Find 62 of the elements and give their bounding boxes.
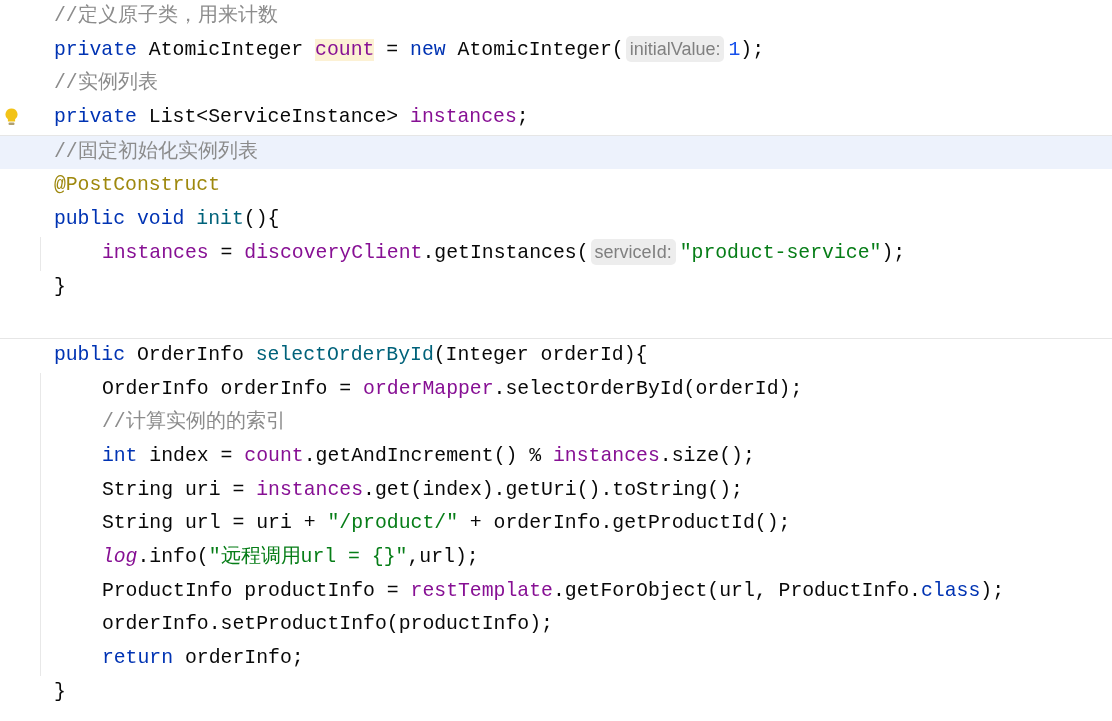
code-text: (Integer orderId){ xyxy=(433,343,648,366)
code-comment: //计算实例的的索引 xyxy=(101,411,286,434)
code-text: orderInfo; xyxy=(183,647,304,670)
parameter-hint: serviceId: xyxy=(590,238,676,265)
method-name: selectOrderById xyxy=(255,343,434,366)
lightbulb-icon[interactable] xyxy=(5,108,18,127)
code-text: OrderInfo xyxy=(135,343,245,366)
code-text: ProductInfo productInfo = xyxy=(101,579,400,602)
code-text: .selectOrderById(orderId); xyxy=(493,377,803,400)
field-name: restTemplate xyxy=(410,579,553,602)
keyword: int xyxy=(101,444,138,467)
field-name: instances xyxy=(410,106,517,129)
keyword: public xyxy=(53,343,126,366)
keyword: new xyxy=(410,38,446,61)
string-literal: "/product/" xyxy=(327,512,458,535)
code-text: List<ServiceInstance> xyxy=(147,106,400,129)
keyword: public void xyxy=(53,208,186,231)
method-name: init xyxy=(196,208,244,231)
field-name: discoveryClient xyxy=(244,241,423,264)
code-text: .get(index).getUri().toString(); xyxy=(363,478,743,501)
field-name: instances xyxy=(256,478,364,501)
code-text: = xyxy=(219,241,234,264)
code-text: String url = uri + xyxy=(101,512,317,535)
code-comment: //定义原子类，用来计数 xyxy=(53,5,278,27)
code-text: .getAndIncrement() % xyxy=(303,444,543,467)
code-comment: //实例列表 xyxy=(53,72,158,95)
code-text: ,url); xyxy=(407,546,479,568)
code-text: OrderInfo orderInfo = xyxy=(101,377,353,400)
code-text: ); xyxy=(881,241,906,264)
annotation: @PostConstruct xyxy=(53,174,221,197)
string-literal: "product-service" xyxy=(679,241,882,264)
keyword: private xyxy=(53,106,137,129)
code-text: .getInstances( xyxy=(422,241,589,264)
code-comment: //固定初始化实例列表 xyxy=(53,140,258,163)
code-text: } xyxy=(53,680,66,703)
field-name: instances xyxy=(101,241,209,264)
field-name: instances xyxy=(553,444,660,467)
code-text: String uri = xyxy=(101,478,246,501)
code-text: .info( xyxy=(137,546,209,568)
keyword: private xyxy=(53,38,137,61)
code-text: ; xyxy=(516,106,529,129)
keyword: class xyxy=(920,579,981,602)
code-text: AtomicInteger xyxy=(147,38,305,61)
field-name: count xyxy=(244,444,304,467)
field-name: orderMapper xyxy=(363,377,494,400)
string-literal: "远程调用url = {}" xyxy=(208,546,408,568)
code-text: index = xyxy=(148,444,234,467)
code-text: .size(); xyxy=(659,444,755,467)
code-text: (){ xyxy=(243,208,280,231)
code-text: ); xyxy=(740,38,765,61)
number-literal: 1 xyxy=(728,38,741,61)
parameter-hint: initialValue: xyxy=(625,35,725,62)
code-text: + orderInfo.getProductId(); xyxy=(468,512,791,535)
static-field-name: log xyxy=(101,546,138,568)
code-text: AtomicInteger( xyxy=(456,38,624,61)
keyword: return xyxy=(101,647,174,670)
code-text: = xyxy=(385,38,400,61)
code-text: orderInfo.setProductInfo(productInfo); xyxy=(101,613,553,636)
code-text: .getForObject(url, ProductInfo. xyxy=(552,579,921,602)
code-text: } xyxy=(53,275,66,298)
code-text: ); xyxy=(980,579,1005,602)
highlighted-field-name: count xyxy=(315,38,375,61)
